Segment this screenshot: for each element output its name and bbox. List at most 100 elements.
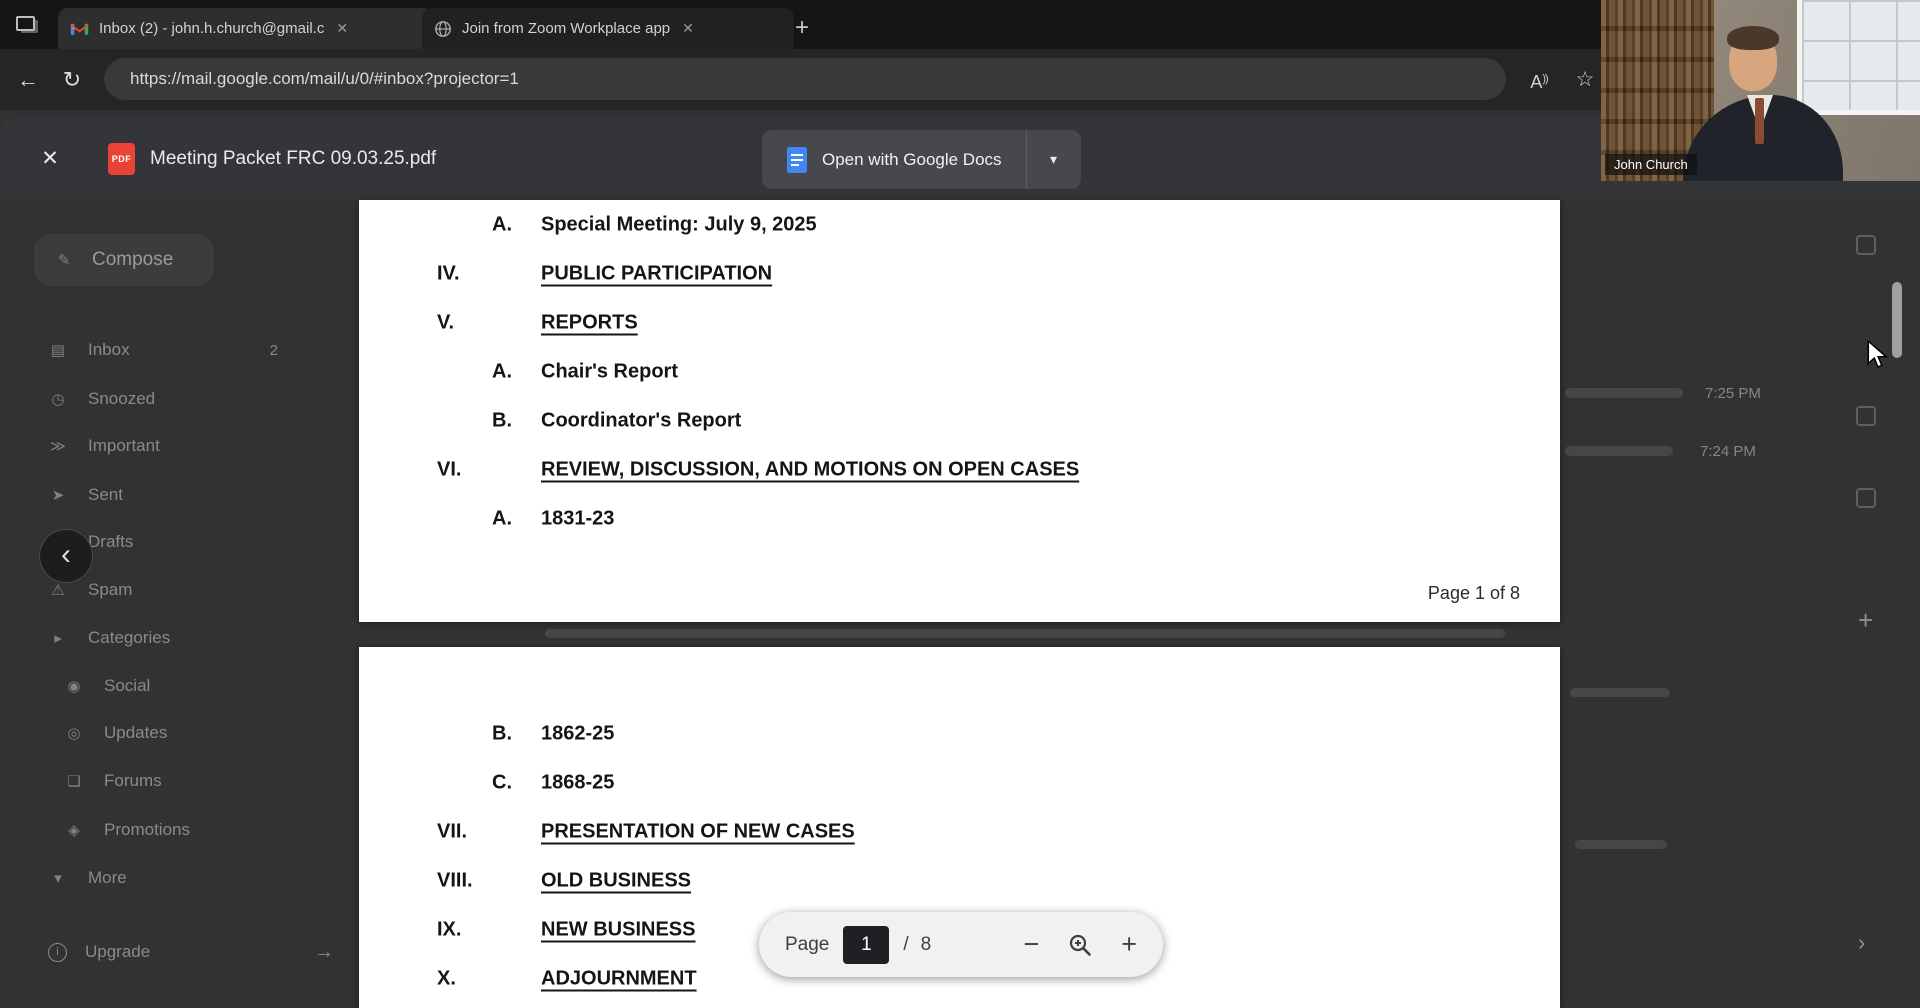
page-label: Page: [785, 934, 829, 956]
chevron-down-icon: ▾: [48, 869, 68, 887]
upgrade-label: Upgrade: [85, 942, 150, 962]
dimmed-email-row: [1575, 840, 1667, 849]
close-icon[interactable]: ✕: [334, 20, 350, 37]
upgrade-link: i Upgrade →: [48, 938, 334, 966]
sidebar-label: Updates: [104, 723, 167, 743]
zoom-magnifier-icon[interactable]: [1067, 932, 1093, 958]
agenda-text: REPORTS: [541, 311, 638, 334]
webcam-overlay[interactable]: John Church: [1601, 0, 1920, 181]
unread-count-badge: 2: [270, 342, 278, 359]
sidebar-label: Drafts: [88, 532, 133, 552]
agenda-line: B. 1862-25: [359, 709, 1560, 758]
inbox-icon: ▤: [48, 341, 68, 359]
compose-label: Compose: [92, 249, 173, 271]
keep-icon: [1856, 406, 1876, 426]
page-number-input[interactable]: 1: [843, 926, 889, 964]
open-with-google-docs-button[interactable]: Open with Google Docs: [762, 130, 1026, 189]
address-bar[interactable]: https://mail.google.com/mail/u/0/#inbox?…: [104, 58, 1506, 100]
back-button[interactable]: ←: [8, 49, 48, 110]
sidebar-label: Snoozed: [88, 389, 155, 409]
dimmed-email-row: [1565, 388, 1683, 398]
agenda-marker: A.: [492, 507, 512, 530]
agenda-text: Chair's Report: [541, 360, 678, 383]
gmail-icon: [70, 21, 89, 36]
agenda-text: Coordinator's Report: [541, 409, 741, 432]
agenda-marker: B.: [492, 722, 512, 745]
calendar-icon: [1856, 235, 1876, 255]
sidebar-label: Inbox: [88, 340, 130, 360]
agenda-text: 1831-23: [541, 507, 614, 530]
agenda-line: VIII.OLD BUSINESS: [359, 856, 1560, 905]
sidebar-item-more: ▾ More: [48, 864, 278, 892]
agenda-text: OLD BUSINESS: [541, 869, 691, 892]
tab-gmail[interactable]: Inbox (2) - john.h.church@gmail.c ✕: [58, 8, 432, 49]
agenda-text: Special Meeting: July 9, 2025: [541, 213, 817, 236]
agenda-line: VII.PRESENTATION OF NEW CASES: [359, 807, 1560, 856]
sidebar-item-snoozed: ◷ Snoozed: [48, 385, 278, 413]
agenda-marker: X.: [437, 967, 456, 990]
agenda-text: 1862-25: [541, 722, 614, 745]
zoom-in-button[interactable]: +: [1121, 931, 1137, 958]
sidebar-label: Spam: [88, 580, 132, 600]
agenda-line: B. Coordinator's Report: [359, 396, 1560, 445]
zoom-out-button[interactable]: −: [1023, 931, 1039, 958]
sidebar-item-social: ◉ Social: [64, 672, 278, 700]
email-timestamp: 7:25 PM: [1705, 385, 1761, 402]
tab-title: Inbox (2) - john.h.church@gmail.c: [99, 20, 324, 37]
sidebar-item-categories: ▸ Categories: [48, 624, 278, 652]
window-background: [1797, 0, 1920, 115]
agenda-line: A.Chair's Report: [359, 347, 1560, 396]
pdf-scrollbar-thumb[interactable]: [1892, 282, 1902, 358]
tab-overview-icon[interactable]: [16, 16, 35, 31]
mouse-cursor: [1866, 340, 1892, 370]
agenda-marker: IX.: [437, 918, 461, 941]
tab-zoom[interactable]: Join from Zoom Workplace app ✕: [422, 8, 794, 49]
agenda-text: ADJOURNMENT: [541, 967, 697, 990]
agenda-text: 1868-25: [541, 771, 614, 794]
read-aloud-icon[interactable]: A)): [1522, 49, 1556, 110]
agenda-marker: C.: [492, 771, 512, 794]
open-with-dropdown-button[interactable]: ▾: [1026, 130, 1081, 189]
refresh-button[interactable]: ↻: [52, 49, 92, 110]
sidebar-item-spam: ⚠ Spam: [48, 576, 278, 604]
info-icon: i: [48, 943, 67, 962]
email-timestamp: 7:24 PM: [1700, 443, 1756, 460]
sidebar-label: Categories: [88, 628, 170, 648]
agenda-text: PUBLIC PARTICIPATION: [541, 262, 772, 285]
sidebar-item-forums: ❏ Forums: [64, 767, 278, 795]
collapse-panel-button[interactable]: ‹: [39, 529, 93, 583]
agenda-text: PRESENTATION OF NEW CASES: [541, 820, 855, 843]
clock-icon: ◷: [48, 390, 68, 408]
dimmed-email-row: [1565, 446, 1673, 456]
sidebar-item-promotions: ◈ Promotions: [64, 816, 278, 844]
agenda-marker: A.: [492, 213, 512, 236]
favorite-star-icon[interactable]: ☆: [1568, 49, 1602, 110]
sidebar-label: Important: [88, 436, 160, 456]
tag-icon: ◈: [64, 821, 84, 839]
people-icon: ◉: [64, 677, 84, 695]
page-number-footer: Page 1 of 8: [1428, 583, 1520, 604]
compose-button: ✎ Compose: [34, 234, 214, 286]
sidebar-label: Promotions: [104, 820, 190, 840]
close-viewer-button[interactable]: ✕: [34, 143, 66, 175]
sidebar-label: Social: [104, 676, 150, 696]
close-icon[interactable]: ✕: [680, 20, 696, 37]
new-tab-button[interactable]: +: [795, 10, 809, 46]
spam-warning-icon: ⚠: [48, 581, 68, 599]
agenda-line: V.REPORTS: [359, 298, 1560, 347]
pdf-page-1: A.Special Meeting: July 9, 2025 IV.PUBLI…: [359, 200, 1560, 622]
dimmed-email-row: [1570, 688, 1670, 697]
sidebar-label: More: [88, 868, 127, 888]
sidebar-item-updates: ◎ Updates: [64, 719, 278, 747]
arrow-right-icon: →: [314, 941, 334, 964]
sidebar-item-important: ≫ Important: [48, 432, 278, 460]
pdf-file-icon: PDF: [108, 143, 135, 175]
google-docs-icon: [786, 146, 808, 174]
chat-icon: ❏: [64, 772, 84, 790]
participant-tie: [1755, 98, 1764, 144]
chevron-right-icon: ›: [1858, 930, 1865, 956]
agenda-marker: B.: [492, 409, 512, 432]
open-with-button-group: Open with Google Docs ▾: [762, 130, 1081, 189]
participant-name-label: John Church: [1605, 154, 1697, 175]
agenda-line: A. Special Meeting: July 9, 2025: [359, 200, 1560, 249]
